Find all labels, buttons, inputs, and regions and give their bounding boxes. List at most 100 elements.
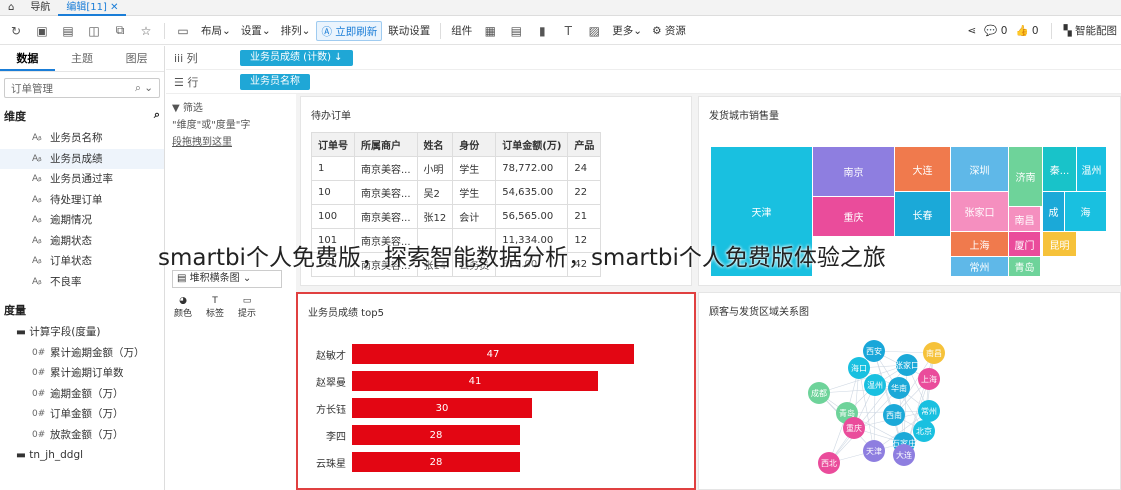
bar-chart-icon[interactable]: ▮ (533, 22, 551, 40)
table-row[interactable]: 10 南京美容... 吴2 学生 54,635.00 22 (311, 180, 602, 205)
search-icon[interactable]: ⌕ (154, 108, 160, 124)
treemap-cell[interactable]: 厦门 (1009, 232, 1040, 256)
graph-node-label: 青岛 (839, 408, 855, 418)
text-icon[interactable]: T (559, 22, 577, 40)
edit-tab[interactable]: 编辑[11] ✕ (58, 0, 127, 16)
linkage-button[interactable]: 联动设置 (384, 21, 434, 41)
bar[interactable]: 28 (352, 452, 520, 472)
treemap-cell[interactable]: 重庆 (813, 197, 894, 236)
table-header-cell[interactable]: 姓名 (416, 132, 454, 157)
treemap-cell[interactable]: 温州 (1077, 147, 1106, 191)
more-button[interactable]: 更多⌄ (608, 21, 646, 41)
refresh-now-button[interactable]: Ⓐ 立即刷新 (316, 20, 383, 41)
dataset-select[interactable]: 订单管理 ⌕ ⌄ (4, 78, 160, 98)
bar-card[interactable]: 业务员成绩 top5 赵敏才 47 赵翠曼 41 方长钰 30 李四 28 云珠星 28 (296, 292, 696, 490)
treemap-cell[interactable]: 青岛 (1009, 257, 1040, 276)
comment-button[interactable]: 💬 0 (984, 24, 1007, 37)
bar[interactable]: 28 (352, 425, 520, 445)
screen-icon[interactable]: ▭ (174, 22, 192, 40)
treemap-cell[interactable]: 昆明 (1043, 232, 1076, 256)
dimension-field[interactable]: Aᵦ 业务员成绩 (0, 148, 164, 169)
treemap-cell[interactable]: 深圳 (951, 147, 1008, 191)
crosstab-icon[interactable]: ▤ (507, 22, 525, 40)
dimension-field[interactable]: Aᵦ 逾期状态 (0, 231, 164, 252)
bar[interactable]: 30 (352, 398, 532, 418)
search-icon[interactable]: ⌕ ⌄ (135, 82, 153, 95)
dimension-field[interactable]: Aᵦ 业务员通过率 (0, 169, 164, 190)
graph-node-label: 华南 (891, 383, 907, 393)
card-title: 业务员成绩 top5 (308, 308, 384, 319)
layout-button[interactable]: 布局⌄ (197, 21, 235, 41)
dimension-field[interactable]: Aᵦ 业务员名称 (0, 128, 164, 149)
table-header-cell[interactable]: 订单号 (311, 132, 355, 157)
folder-table[interactable]: ▬ tn_jh_ddgl (0, 445, 164, 466)
treemap-cell[interactable]: 上海 (951, 232, 1008, 256)
dimension-field[interactable]: Aᵦ 不良率 (0, 272, 164, 293)
tooltip-icon: ▭ (242, 296, 252, 306)
image-icon[interactable]: ▨ (585, 22, 603, 40)
save-as-icon[interactable]: ▤ (59, 22, 77, 40)
save-icon[interactable]: ▣ (33, 22, 51, 40)
table-header-cell[interactable]: 所属商户 (354, 132, 418, 157)
treemap-cell[interactable]: 秦... (1043, 147, 1076, 191)
shelf: iii 列 业务员成绩 (计数) ↓ ☰ 行 业务员名称 (166, 46, 1121, 94)
tab-theme[interactable]: 主题 (55, 46, 110, 71)
dimension-field[interactable]: Aᵦ 逾期情况 (0, 210, 164, 231)
bar[interactable]: 41 (352, 371, 598, 391)
table-row[interactable]: 100 南京美容... 张12 会计 56,565.00 21 (311, 204, 602, 229)
preview-icon[interactable]: ◫ (85, 22, 103, 40)
treemap-cell[interactable]: 长春 (895, 192, 950, 236)
treemap-cell[interactable]: 成 (1043, 192, 1064, 231)
row-pill[interactable]: 业务员名称 (240, 73, 310, 90)
tab-layer[interactable]: 图层 (109, 46, 164, 71)
number-field-icon: 0# (32, 368, 46, 378)
measure-field[interactable]: 0# 逾期金额（万） (0, 384, 164, 405)
dimension-field[interactable]: Aᵦ 订单状态 (0, 251, 164, 272)
measure-field[interactable]: 0# 累计逾期订单数 (0, 363, 164, 384)
color-tool[interactable]: ◕ 颜色 (174, 296, 192, 319)
resource-button[interactable]: ⚙ 资源 (648, 21, 690, 41)
measure-field[interactable]: 0# 订单金额（万） (0, 404, 164, 425)
table-header-cell[interactable]: 订单金额(万) (495, 132, 569, 157)
tooltip-tool[interactable]: ▭ 提示 (238, 296, 256, 319)
sort-button[interactable]: 排列⌄ (277, 21, 315, 41)
text-field-icon: Aᵦ (32, 276, 42, 287)
treemap-cell[interactable]: 大连 (895, 147, 950, 191)
like-button[interactable]: 👍 0 (1015, 24, 1038, 37)
close-icon[interactable]: ✕ (110, 2, 118, 13)
table-header-cell[interactable]: 产品 (567, 132, 602, 157)
export-icon[interactable]: ⧉ (111, 22, 129, 40)
treemap-cell[interactable]: 张家口 (951, 192, 1008, 231)
smart-chart-button[interactable]: ▚ 智能配图 (1064, 23, 1117, 38)
dimension-field[interactable]: Aᵦ 待处理订单 (0, 190, 164, 211)
measure-field[interactable]: 0# 累计逾期金额（万） (0, 343, 164, 364)
tab-data[interactable]: 数据 (0, 46, 55, 71)
favorite-icon[interactable]: ☆ (137, 22, 155, 40)
measure-field[interactable]: 0# 放款金额（万） (0, 425, 164, 446)
table-icon[interactable]: ▦ (481, 22, 499, 40)
nav-tab[interactable]: 导航 (22, 0, 58, 16)
treemap-cell[interactable]: 济南 (1009, 147, 1042, 206)
share-icon[interactable]: ⋖ (968, 25, 977, 37)
settings-button[interactable]: 设置⌄ (237, 21, 275, 41)
refresh-icon[interactable]: ↻ (7, 22, 25, 40)
top-bar: ⌂ 导航 编辑[11] ✕ (0, 0, 1121, 16)
treemap-cell[interactable]: 海 (1065, 192, 1106, 231)
column-pill[interactable]: 业务员成绩 (计数) ↓ (240, 49, 353, 66)
table-row[interactable]: 1 南京美容... 小明 学生 78,772.00 24 (311, 156, 602, 181)
component-button[interactable]: 组件 (447, 21, 476, 41)
label-tool[interactable]: T 标签 (206, 296, 224, 319)
chart-type-select[interactable]: ▤ 堆积横条图 ⌄ (172, 270, 282, 288)
treemap-cell[interactable]: 南昌 (1009, 207, 1040, 231)
home-icon[interactable]: ⌂ (0, 0, 22, 16)
filter-area[interactable]: ▼ 筛选 "维度"或"度量"字 段拖拽到这里 (172, 100, 292, 151)
table-cell: 南京美容... (354, 156, 418, 181)
graph-card[interactable]: 顾客与发货区域关系图 西安 海口 张家口 南昌 温州 华南 上海 成都 青岛 西南 常州 重庆 北京 石家… (698, 292, 1121, 490)
treemap-cell[interactable]: 常州 (951, 257, 1008, 276)
measure-field-name: 放款金额（万） (50, 428, 124, 441)
text-field-icon: Aᵦ (32, 133, 42, 143)
bar[interactable]: 47 (352, 344, 634, 364)
folder-calc-measures[interactable]: ▬ 计算字段(度量) (0, 322, 164, 343)
treemap-cell[interactable]: 南京 (813, 147, 894, 196)
table-header-cell[interactable]: 身份 (452, 132, 497, 157)
